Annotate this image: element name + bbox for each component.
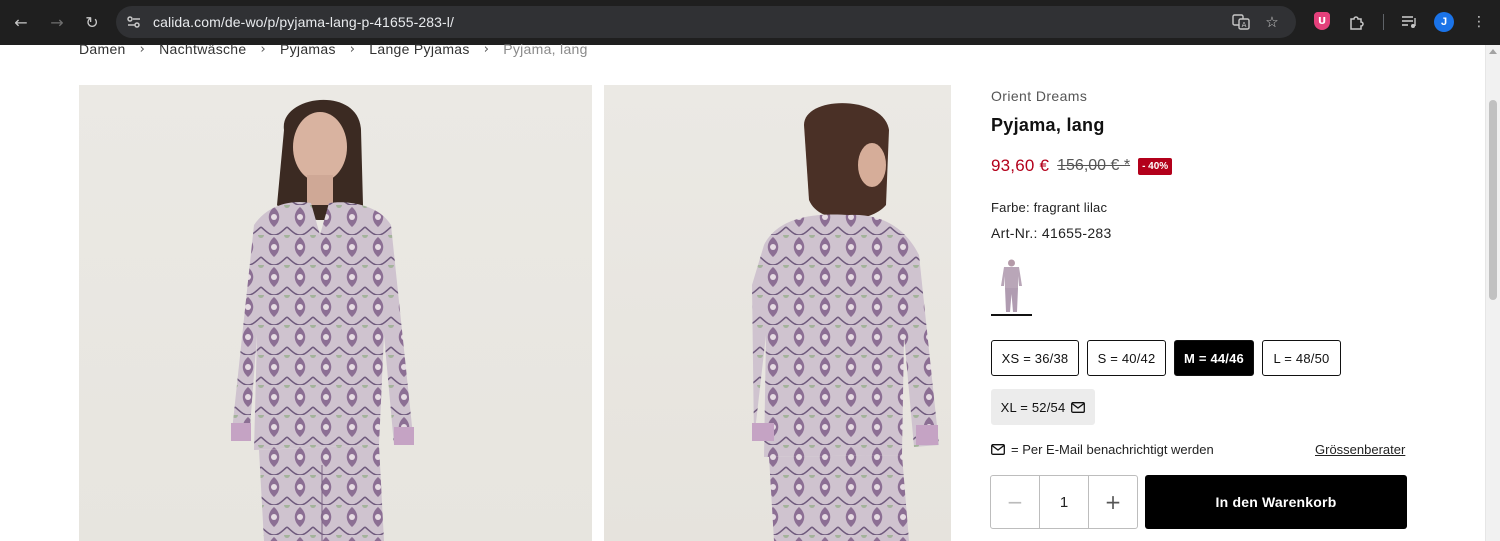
size-advisor-link[interactable]: Grössenberater xyxy=(1315,442,1405,457)
chevron-right-icon: › xyxy=(349,41,356,57)
color-swatch-fragrant-lilac[interactable] xyxy=(991,256,1032,316)
size-option-s[interactable]: S = 40/42 xyxy=(1087,340,1166,376)
mail-icon xyxy=(991,444,1005,455)
product-image-back[interactable] xyxy=(604,85,951,541)
profile-avatar[interactable]: J xyxy=(1434,12,1454,32)
quantity-increase-button[interactable]: + xyxy=(1089,476,1137,528)
quantity-stepper: − 1 + xyxy=(990,475,1138,529)
product-image-front[interactable] xyxy=(79,85,592,541)
breadcrumb-current: Pyjama, lang xyxy=(503,41,588,57)
size-option-m[interactable]: M = 44/46 xyxy=(1174,340,1254,376)
add-to-cart-button[interactable]: In den Warenkorb xyxy=(1145,475,1407,529)
breadcrumb-item-lange-pyjamas[interactable]: Lange Pyjamas xyxy=(369,41,469,57)
url-text[interactable]: calida.com/de-wo/p/pyjama-lang-p-41655-2… xyxy=(153,14,454,30)
notify-text: = Per E-Mail benachrichtigt werden xyxy=(1011,442,1214,457)
translate-icon[interactable]: A xyxy=(1232,13,1250,31)
article-number: Art-Nr.: 41655-283 xyxy=(991,225,1112,241)
product-title: Pyjama, lang xyxy=(991,115,1105,135)
breadcrumb-item-damen[interactable]: Damen xyxy=(79,41,126,57)
price-row: 93,60 € 156,00 € * - 40% xyxy=(991,156,1173,176)
discount-badge: - 40% xyxy=(1138,157,1173,175)
size-option-xs[interactable]: XS = 36/38 xyxy=(991,340,1079,376)
browser-toolbar: ← → ↻ calida.com/de-wo/p/pyjama-lang-p-4… xyxy=(0,0,1500,45)
chevron-right-icon: › xyxy=(260,41,266,57)
email-notify-legend: = Per E-Mail benachrichtigt werden xyxy=(991,442,1214,457)
toolbar-divider xyxy=(1383,14,1384,30)
address-bar[interactable]: calida.com/de-wo/p/pyjama-lang-p-41655-2… xyxy=(116,6,1296,38)
sale-price: 93,60 € xyxy=(991,156,1050,175)
breadcrumb-item-nachtwaesche[interactable]: Nachtwäsche xyxy=(159,41,246,57)
back-icon[interactable]: ← xyxy=(9,10,33,34)
quantity-input[interactable]: 1 xyxy=(1039,476,1089,528)
chevron-right-icon: › xyxy=(483,41,490,57)
quantity-decrease-button[interactable]: − xyxy=(991,476,1039,528)
breadcrumb-item-pyjamas[interactable]: Pyjamas xyxy=(280,41,336,57)
scroll-up-arrow-icon[interactable] xyxy=(1489,49,1497,54)
extensions-puzzle-icon[interactable] xyxy=(1346,11,1368,33)
forward-icon[interactable]: → xyxy=(45,10,69,34)
scrollbar-thumb[interactable] xyxy=(1489,100,1497,300)
color-label: Farbe: fragrant lilac xyxy=(991,200,1108,215)
browser-menu-icon[interactable]: ⋮ xyxy=(1468,11,1490,33)
breadcrumb: Damen › Nachtwäsche › Pyjamas › Lange Py… xyxy=(79,41,588,57)
page-scrollbar[interactable] xyxy=(1485,45,1500,541)
product-brand[interactable]: Orient Dreams xyxy=(991,88,1087,104)
reload-icon[interactable]: ↻ xyxy=(80,10,104,34)
svg-text:A: A xyxy=(1242,21,1247,29)
chevron-right-icon: › xyxy=(139,41,146,57)
bookmark-star-icon[interactable]: ☆ xyxy=(1263,13,1281,31)
mail-icon xyxy=(1071,401,1086,413)
original-price: 156,00 € * xyxy=(1057,157,1131,174)
ublock-extension-icon[interactable]: U xyxy=(1314,12,1330,30)
size-option-l[interactable]: L = 48/50 xyxy=(1262,340,1341,376)
media-queue-icon[interactable] xyxy=(1398,11,1420,33)
site-settings-icon[interactable] xyxy=(126,14,142,30)
size-option-xl[interactable]: XL = 52/54 xyxy=(991,389,1095,425)
